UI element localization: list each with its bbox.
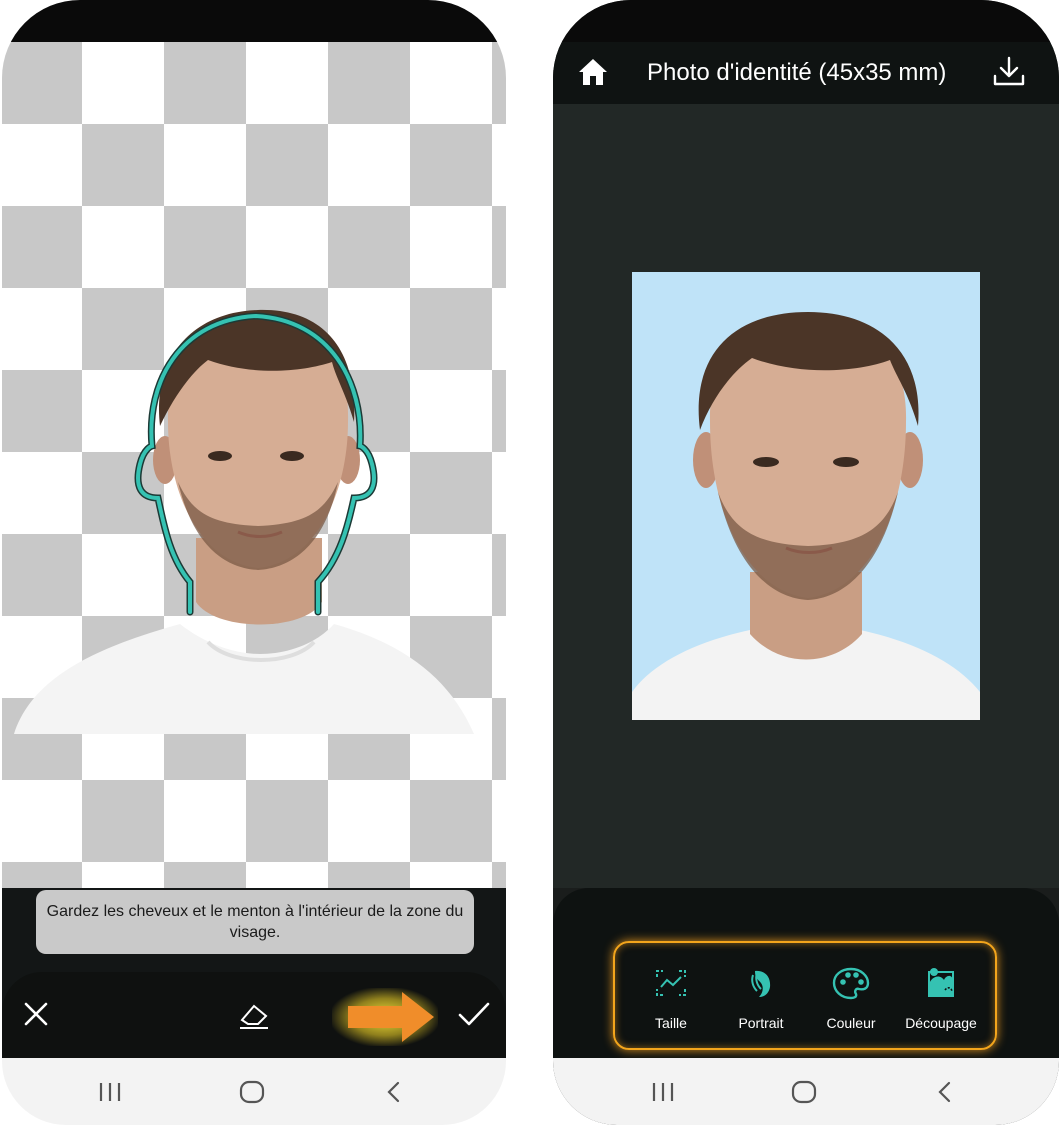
home-icon	[579, 59, 607, 85]
status-bar	[553, 0, 1059, 42]
id-photo[interactable]	[632, 272, 980, 720]
status-bar	[2, 0, 506, 42]
recents-button[interactable]	[88, 1072, 132, 1112]
editor-screen: Gardez les cheveux et le menton à l'inté…	[2, 0, 506, 1125]
palette-icon	[831, 964, 871, 1002]
eraser-button[interactable]	[232, 992, 276, 1036]
home-circle-icon	[791, 1080, 817, 1104]
download-button[interactable]	[991, 54, 1031, 92]
close-icon	[24, 1002, 48, 1026]
tool-taille[interactable]: Taille	[623, 962, 719, 1042]
arrow-right-icon	[348, 992, 434, 1042]
tool-decoupage[interactable]: Découpage	[893, 962, 989, 1042]
home-button[interactable]	[577, 56, 613, 90]
home-circle-icon	[239, 1080, 265, 1104]
tool-label: Portrait	[738, 1015, 784, 1031]
tool-label: Couleur	[826, 1015, 876, 1031]
confirm-button[interactable]	[452, 992, 496, 1036]
tool-couleur[interactable]: Couleur	[803, 962, 899, 1042]
tool-portrait[interactable]: Portrait	[713, 962, 809, 1042]
tool-label: Taille	[655, 1015, 687, 1031]
back-button[interactable]	[372, 1072, 416, 1112]
portrait-cutout[interactable]	[2, 42, 506, 888]
back-icon	[387, 1081, 400, 1103]
page-title: Photo d'identité (45x35 mm)	[647, 59, 947, 86]
recents-icon	[99, 1083, 121, 1101]
back-button[interactable]	[923, 1072, 967, 1112]
eraser-icon	[240, 1004, 268, 1029]
recents-icon	[652, 1083, 674, 1101]
check-icon	[458, 1002, 490, 1026]
close-button[interactable]	[14, 992, 58, 1036]
system-nav-bar	[2, 1058, 506, 1125]
system-home-button[interactable]	[230, 1072, 274, 1112]
recents-button[interactable]	[641, 1072, 685, 1112]
system-nav-bar	[553, 1058, 1059, 1125]
id-photo-portrait	[632, 312, 980, 720]
system-home-button[interactable]	[782, 1072, 826, 1112]
back-icon	[938, 1081, 951, 1103]
download-icon	[993, 56, 1025, 86]
face-guide-hint: Gardez les cheveux et le menton à l'inté…	[36, 890, 474, 954]
preview-screen: Photo d'identité (45x35 mm) Taille Portr…	[553, 0, 1059, 1125]
resize-icon	[651, 964, 691, 1002]
cutout-icon	[921, 964, 961, 1002]
app-bar: Photo d'identité (45x35 mm)	[553, 42, 1059, 104]
tool-label: Découpage	[905, 1015, 977, 1031]
portrait-icon	[741, 964, 781, 1002]
